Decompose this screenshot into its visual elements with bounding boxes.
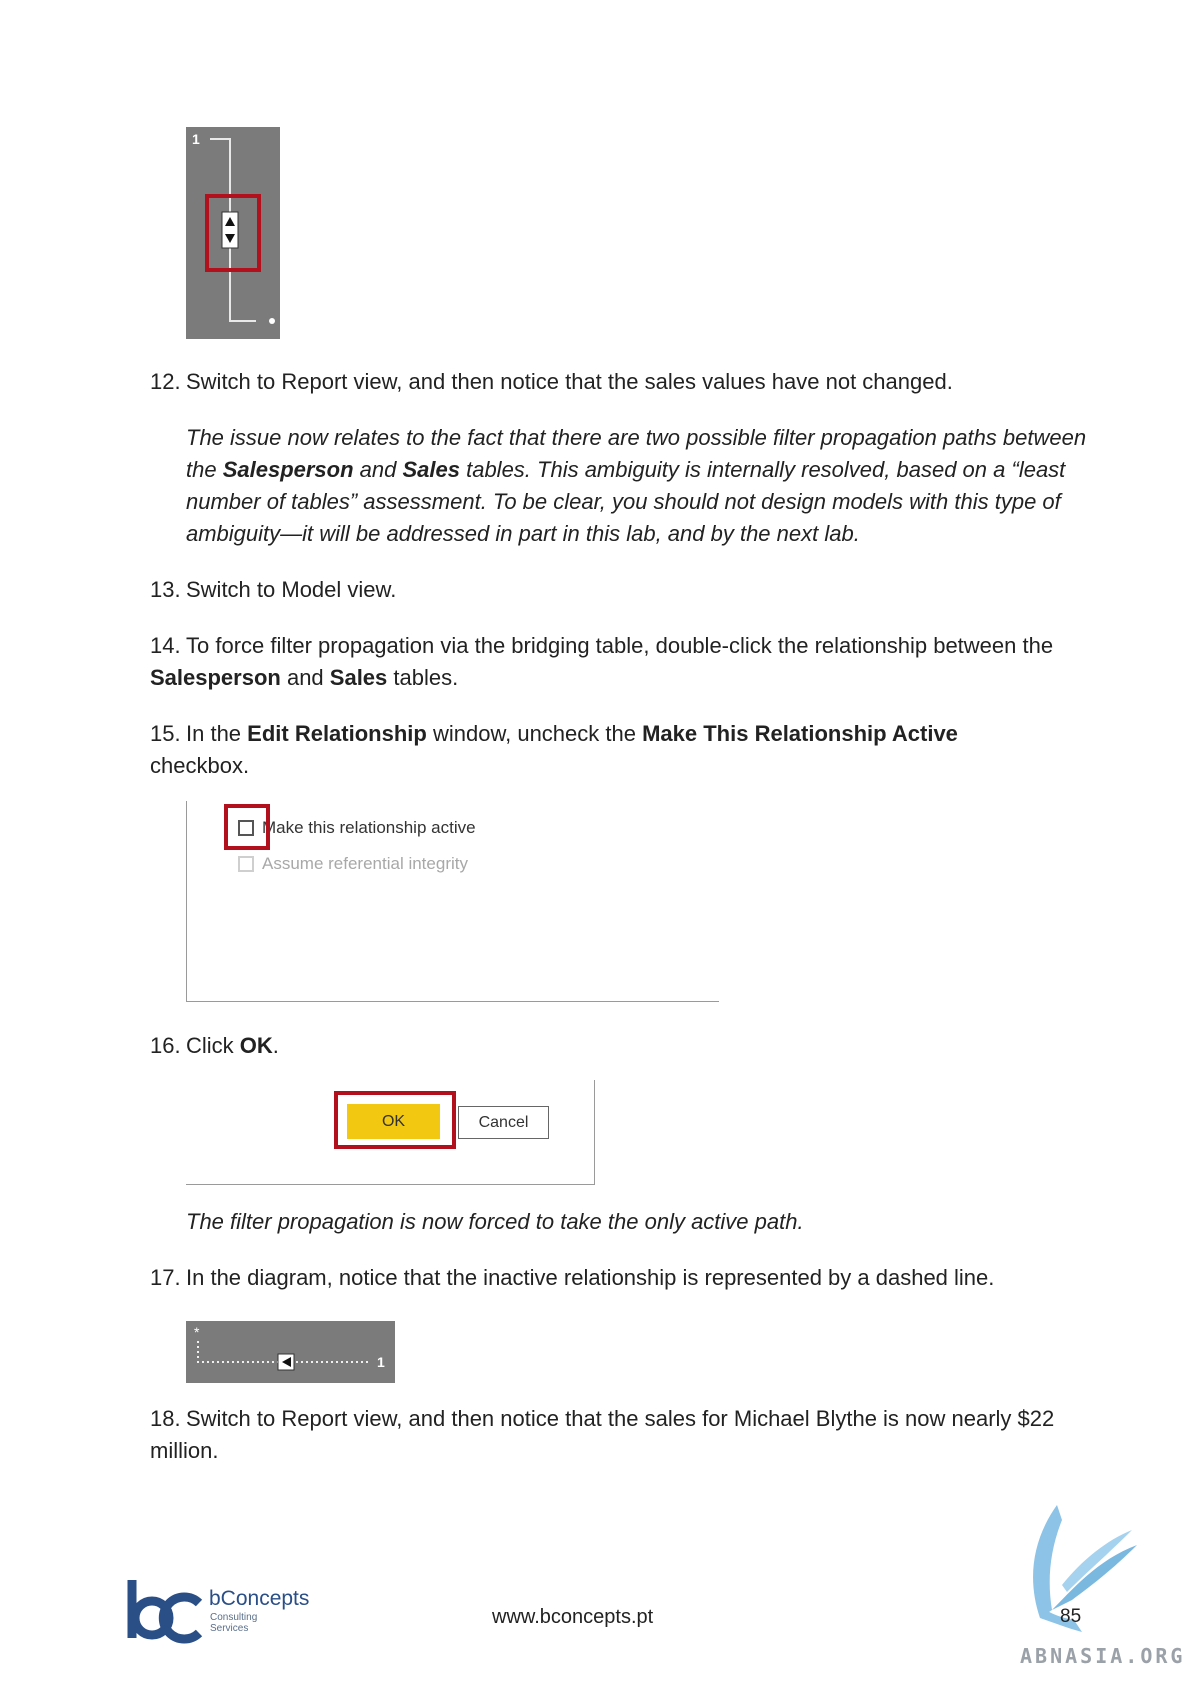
step-18: 18. Switch to Report view, and then notic… [150, 1406, 1055, 1463]
step-17: 17. In the diagram, notice that the inact… [150, 1265, 995, 1290]
step-14: 14. To force filter propagation via the b… [150, 633, 1054, 690]
referential-integrity-checkbox[interactable] [238, 856, 254, 872]
cardinality-one-label: 1 [377, 1354, 385, 1370]
logo-name: bConcepts [209, 1587, 310, 1610]
dialog-buttons-screenshot: OK Cancel [186, 1080, 595, 1185]
cardinality-many-label: * [194, 1324, 200, 1340]
inactive-relationship-screenshot: * 1 [186, 1321, 395, 1383]
step-12: 12. Switch to Report view, and then notic… [150, 369, 953, 394]
make-active-label: Make this relationship active [262, 818, 476, 837]
step-13: 13. Switch to Model view. [150, 577, 397, 602]
watermark-text: ABNASIA.ORG [1020, 1644, 1186, 1668]
relationship-screenshot-1: 1 [186, 127, 280, 339]
highlight-box-cross-filter [205, 194, 261, 272]
dashed-line-diagram: * 1 [194, 1324, 385, 1371]
logo-subtitle: Services [210, 1623, 249, 1634]
cancel-button[interactable]: Cancel [458, 1106, 549, 1139]
step-15: 15. In the Edit Relationship window, unch… [150, 721, 958, 778]
footer-url: www.bconcepts.pt [492, 1606, 654, 1628]
edit-relationship-screenshot: Make this relationship active Assume ref… [186, 801, 719, 1002]
page-number: 85 [1060, 1606, 1082, 1627]
logo-subtitle: Consulting [210, 1612, 258, 1623]
cardinality-one-label: 1 [192, 131, 200, 147]
note-active-path: The filter propagation is now forced to … [186, 1209, 804, 1234]
highlight-box-ok [334, 1091, 456, 1149]
referential-integrity-label: Assume referential integrity [262, 854, 468, 873]
highlight-box-checkbox [224, 804, 270, 850]
step-16: 16. Click OK. [150, 1033, 279, 1058]
bconcepts-logo-icon [127, 1580, 203, 1644]
note-ambiguity: The issue now relates to the fact that t… [186, 425, 1087, 546]
